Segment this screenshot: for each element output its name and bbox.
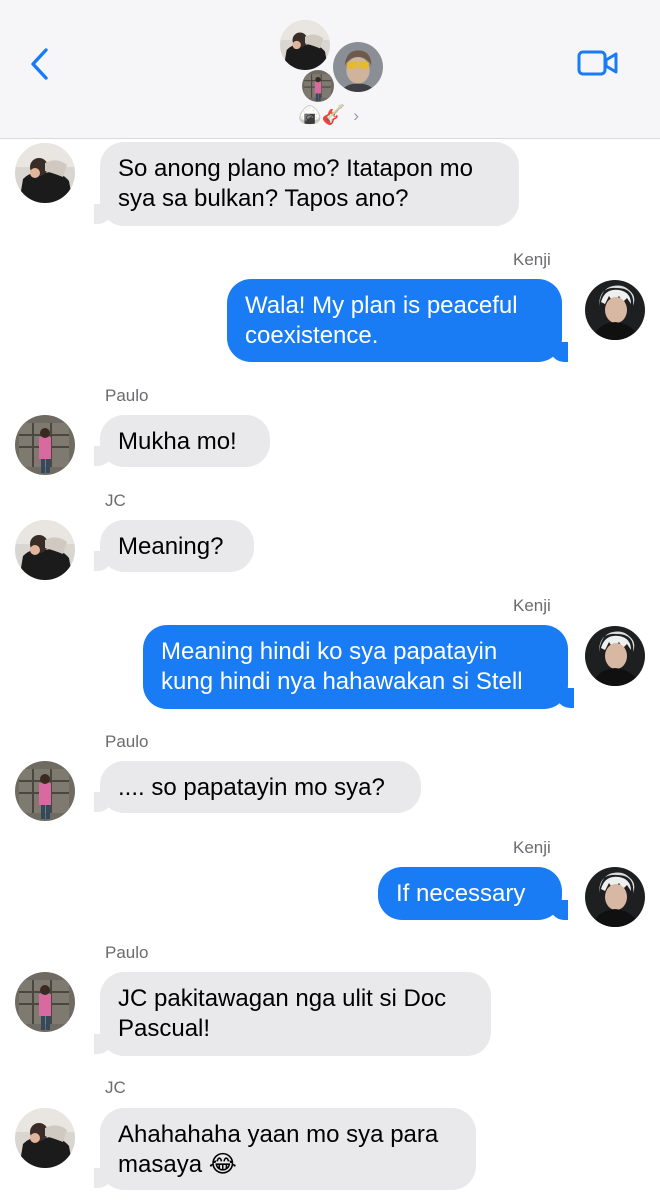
message-bubble-outgoing[interactable]: If necessary — [378, 867, 562, 920]
message-line: kung hindi nya hahawakan si Stell — [161, 668, 523, 695]
group-name[interactable]: 🍙🎸 › — [298, 104, 359, 128]
sender-name: Paulo — [105, 386, 149, 405]
avatar-jc[interactable] — [15, 520, 75, 580]
message-line: Wala! My plan is peaceful — [245, 292, 518, 319]
message-line: coexistence. — [245, 322, 379, 349]
message-bubble-incoming[interactable]: So anong plano mo? Itatapon mo sya sa bu… — [100, 142, 519, 226]
video-camera-icon — [577, 50, 618, 76]
message-bubble-outgoing[interactable]: Meaning hindi ko sya papatayin kung hind… — [143, 625, 568, 709]
message-bubble-incoming[interactable]: Mukha mo! — [100, 415, 270, 467]
message-line: sya sa bulkan? Tapos ano? — [118, 185, 409, 212]
group-avatar-2[interactable] — [333, 42, 383, 92]
sender-name: Paulo — [105, 732, 149, 751]
message-line: So anong plano mo? Itatapon mo — [118, 155, 473, 182]
sender-name: JC — [105, 1078, 126, 1097]
group-avatar-1[interactable] — [280, 20, 330, 70]
message-line: Meaning hindi ko sya papatayin — [161, 638, 498, 665]
avatar-jc[interactable] — [15, 143, 75, 203]
avatar-jc[interactable] — [15, 1108, 75, 1168]
message-line: If necessary — [396, 880, 526, 907]
avatar-kenji[interactable] — [585, 626, 645, 686]
avatar-paulo[interactable] — [15, 761, 75, 821]
facetime-video-button[interactable] — [576, 46, 620, 80]
group-avatar-3[interactable] — [302, 70, 334, 102]
message-line: Ahahahaha yaan mo sya para — [118, 1121, 439, 1148]
message-line: masaya 😂 — [118, 1151, 237, 1178]
message-bubble-incoming[interactable]: JC pakitawagan nga ulit si Doc Pascual! — [100, 972, 491, 1056]
message-bubble-incoming[interactable]: Ahahahaha yaan mo sya para masaya 😂 — [100, 1108, 476, 1190]
chevron-right-icon: › — [353, 106, 359, 125]
avatar-paulo[interactable] — [15, 972, 75, 1032]
message-line: Meaning? — [118, 533, 224, 560]
message-bubble-incoming[interactable]: Meaning? — [100, 520, 254, 572]
message-line: JC pakitawagan nga ulit si Doc — [118, 985, 447, 1012]
message-line: Mukha mo! — [118, 428, 237, 455]
message-line: .... so papatayin mo sya? — [118, 774, 385, 801]
sender-name: Kenji — [513, 250, 551, 269]
message-bubble-incoming[interactable]: .... so papatayin mo sya? — [100, 761, 421, 813]
group-title-text: 🍙🎸 — [298, 105, 346, 126]
sender-name: JC — [105, 491, 126, 510]
sender-name: Paulo — [105, 943, 149, 962]
back-button[interactable] — [26, 44, 56, 84]
avatar-kenji[interactable] — [585, 280, 645, 340]
sender-name: Kenji — [513, 596, 551, 615]
conversation-header: 🍙🎸 › — [0, 0, 660, 139]
sender-name: Kenji — [513, 838, 551, 857]
chevron-left-icon — [31, 48, 48, 80]
avatar-paulo[interactable] — [15, 415, 75, 475]
avatar-kenji[interactable] — [585, 867, 645, 927]
message-bubble-outgoing[interactable]: Wala! My plan is peaceful coexistence. — [227, 279, 562, 362]
message-line: Pascual! — [118, 1015, 211, 1042]
